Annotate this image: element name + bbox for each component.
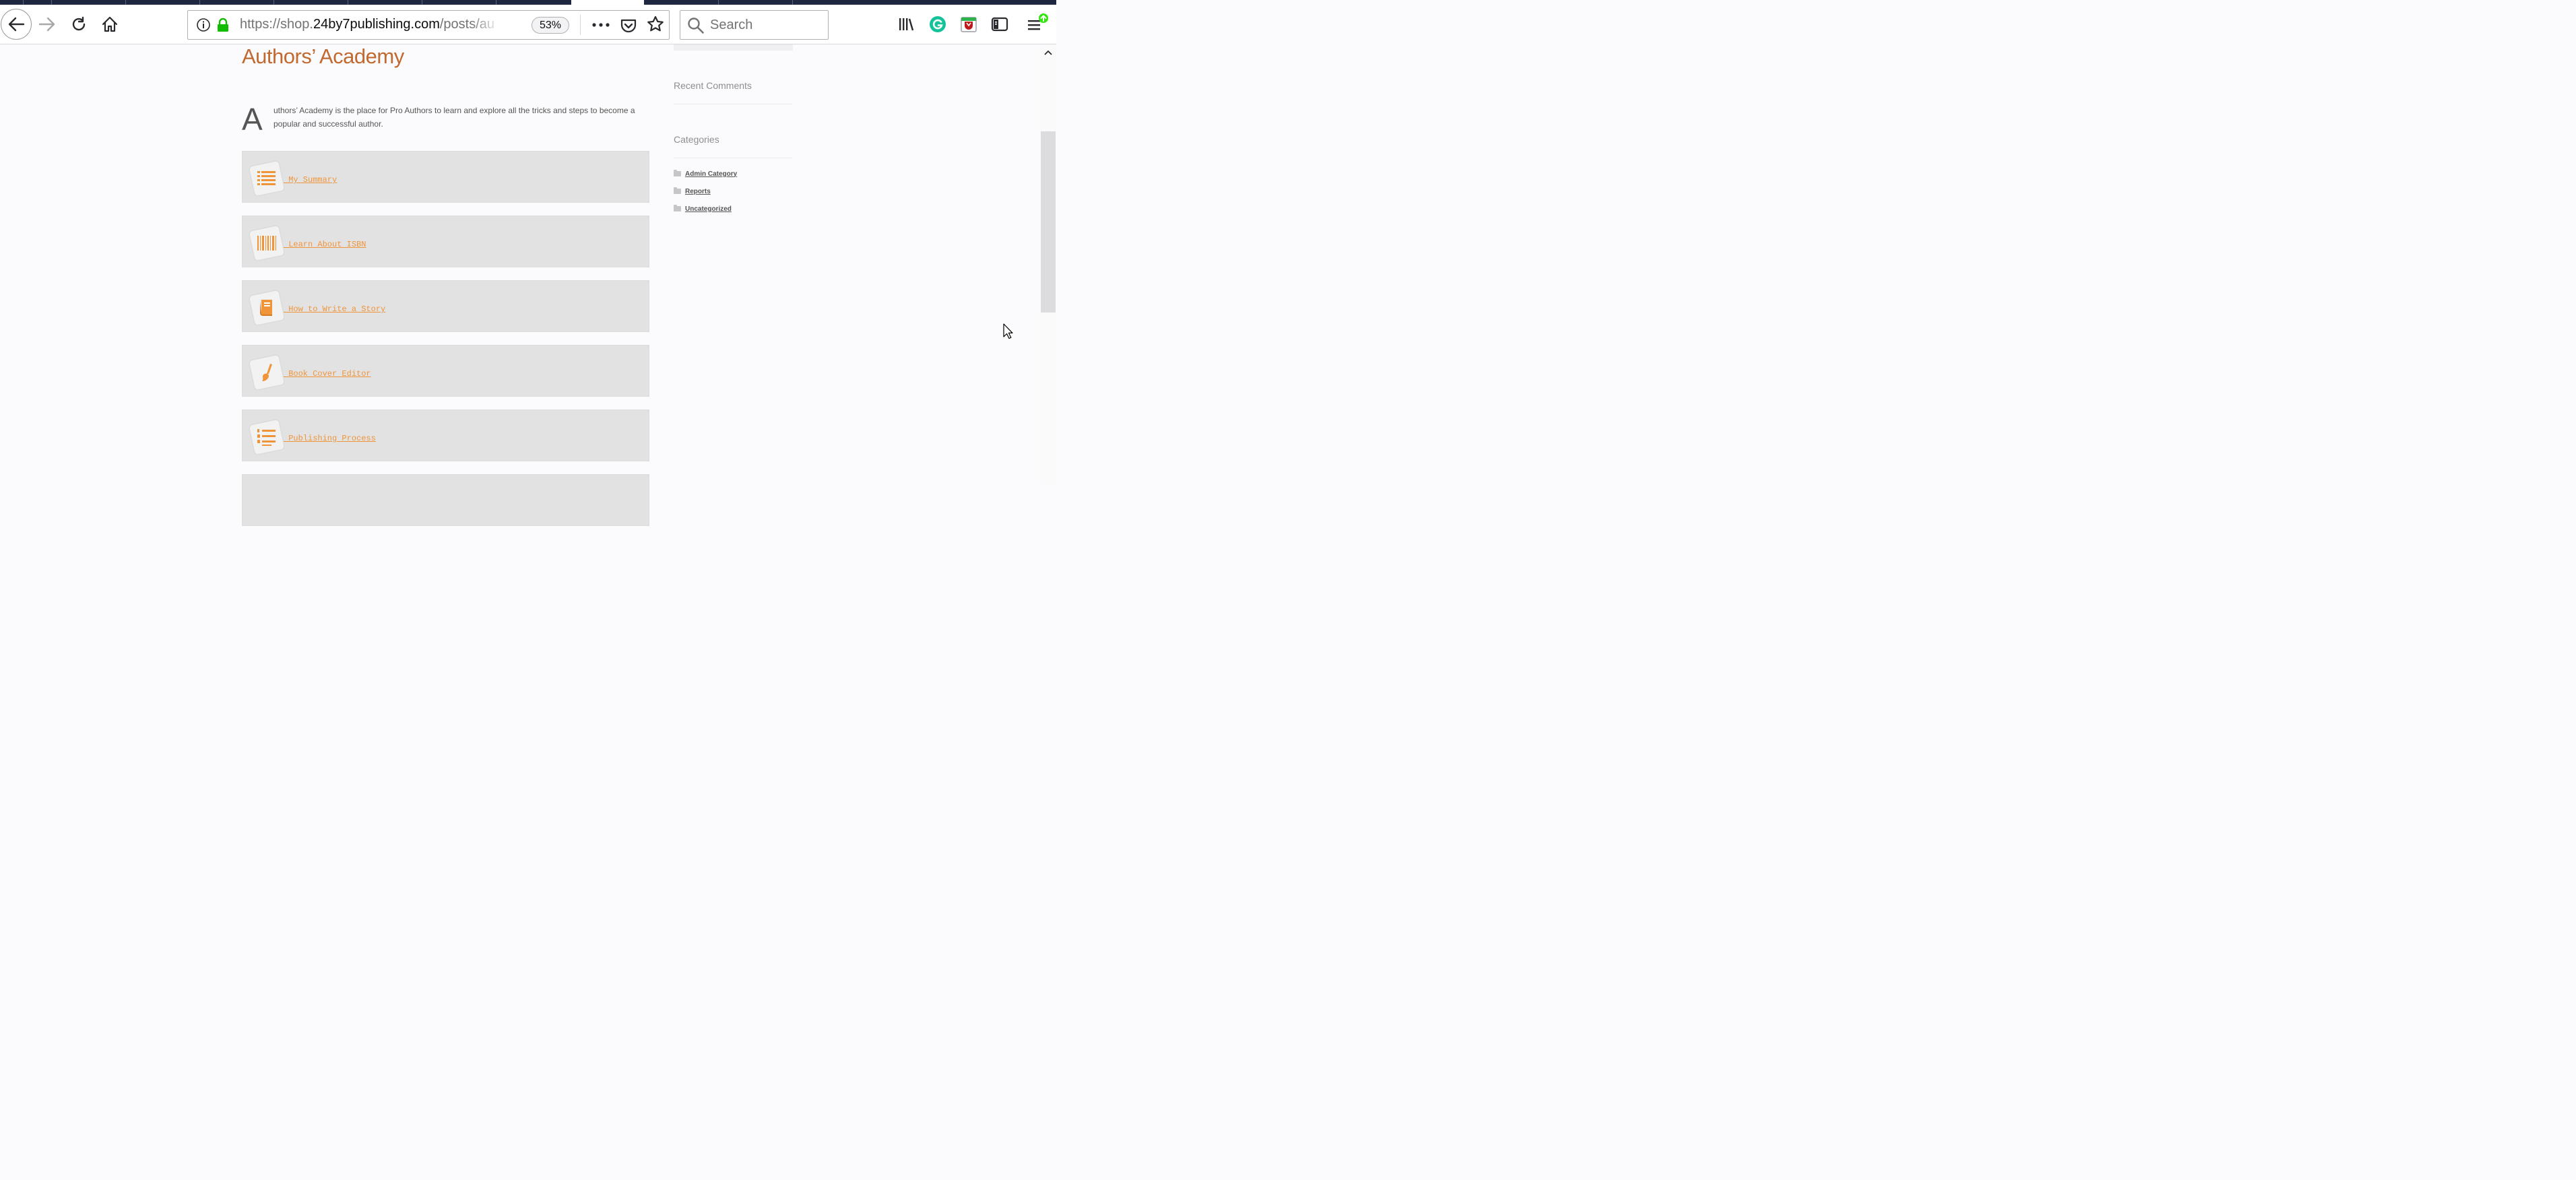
tab-divider bbox=[51, 0, 52, 5]
folder-icon bbox=[674, 205, 681, 211]
library-icon bbox=[899, 18, 914, 31]
lock-icon[interactable] bbox=[216, 18, 230, 32]
url-scheme: https://shop. bbox=[240, 17, 313, 32]
barcode-icon bbox=[249, 225, 285, 261]
category-link-reports[interactable]: Reports bbox=[685, 188, 711, 195]
reload-button[interactable] bbox=[68, 13, 90, 36]
book-icon bbox=[249, 290, 285, 326]
card-link-my-summary[interactable]: My Summary bbox=[284, 175, 337, 185]
card-link-publishing-process[interactable]: Publishing Process bbox=[284, 434, 376, 443]
page-title: Authors’ Academy bbox=[242, 44, 404, 68]
category-link-admin-category[interactable]: Admin Category bbox=[685, 170, 737, 178]
card-book-cover-editor[interactable]: Book Cover Editor bbox=[242, 345, 649, 397]
page-actions-button[interactable] bbox=[591, 16, 611, 34]
numbered-list-icon bbox=[249, 419, 285, 455]
tab-divider bbox=[125, 0, 126, 5]
sidebar-widget-bottom bbox=[674, 44, 793, 51]
paintbrush-icon bbox=[249, 354, 285, 391]
category-link-uncategorized[interactable]: Uncategorized bbox=[685, 205, 732, 213]
card-learn-about-isbn[interactable]: Learn About ISBN bbox=[242, 216, 649, 267]
hamburger-menu-icon bbox=[1028, 13, 1048, 30]
recent-comments-title: Recent Comments bbox=[674, 80, 752, 91]
search-bar[interactable] bbox=[680, 10, 829, 40]
card-next-partial[interactable] bbox=[242, 474, 649, 526]
url-separator bbox=[580, 15, 581, 35]
folder-icon bbox=[674, 187, 681, 194]
forward-button[interactable] bbox=[37, 13, 57, 36]
tab-divider bbox=[23, 0, 24, 5]
grammarly-button[interactable] bbox=[926, 13, 949, 36]
sidebar-icon bbox=[991, 17, 1008, 32]
tab-divider bbox=[199, 0, 200, 5]
card-link-book-cover-editor[interactable]: Book Cover Editor bbox=[284, 369, 371, 379]
info-icon[interactable] bbox=[196, 18, 211, 32]
star-icon bbox=[647, 15, 664, 32]
grammarly-icon bbox=[930, 16, 946, 32]
intro-dropcap: A bbox=[242, 102, 263, 137]
pocket-icon bbox=[620, 19, 637, 33]
intro-paragraph: uthors’ Academy is the place for Pro Aut… bbox=[273, 106, 635, 129]
mcafee-button[interactable] bbox=[957, 13, 980, 36]
library-button[interactable] bbox=[895, 13, 918, 36]
bookmark-star-button[interactable] bbox=[646, 15, 665, 35]
url-domain: 24by7publishing.com bbox=[313, 17, 440, 32]
back-button[interactable] bbox=[1, 9, 32, 40]
scroll-up-button[interactable] bbox=[1040, 46, 1056, 59]
tab-divider bbox=[792, 0, 793, 5]
card-how-to-write-a-story[interactable]: How to Write a Story bbox=[242, 280, 649, 332]
list-icon bbox=[249, 160, 285, 197]
tab-divider bbox=[718, 0, 719, 5]
more-dots-icon bbox=[592, 23, 610, 27]
arrow-left-icon bbox=[8, 17, 25, 32]
category-item[interactable]: Uncategorized bbox=[674, 203, 732, 214]
search-input[interactable] bbox=[710, 16, 821, 34]
home-button[interactable] bbox=[99, 13, 121, 36]
chevron-up-icon bbox=[1044, 50, 1052, 55]
tab-strip bbox=[0, 0, 1056, 5]
arrow-right-icon bbox=[38, 17, 55, 32]
card-link-learn-about-isbn[interactable]: Learn About ISBN bbox=[284, 240, 366, 249]
card-publishing-process[interactable]: Publishing Process bbox=[242, 409, 649, 461]
category-item[interactable]: Admin Category bbox=[674, 168, 737, 179]
reload-icon bbox=[72, 16, 86, 31]
tab-active[interactable] bbox=[571, 0, 644, 5]
scrollbar-thumb[interactable] bbox=[1041, 131, 1056, 313]
categories-title: Categories bbox=[674, 134, 719, 145]
menu-button[interactable] bbox=[1026, 13, 1049, 36]
url-text[interactable]: https://shop.24by7publishing.com/posts/a… bbox=[240, 17, 496, 34]
card-link-how-to-write-a-story[interactable]: How to Write a Story bbox=[284, 304, 385, 314]
pocket-button[interactable] bbox=[619, 16, 638, 35]
shield-icon bbox=[961, 17, 977, 32]
browser-toolbar: https://shop.24by7publishing.com/posts/a… bbox=[0, 5, 1056, 44]
card-my-summary[interactable]: My Summary bbox=[242, 151, 649, 203]
tab-divider bbox=[273, 0, 274, 5]
home-icon bbox=[102, 16, 118, 32]
folder-icon bbox=[674, 170, 681, 176]
url-fade bbox=[471, 15, 501, 35]
mouse-cursor-icon bbox=[1003, 323, 1014, 339]
url-bar[interactable]: https://shop.24by7publishing.com/posts/a… bbox=[187, 10, 670, 40]
category-item[interactable]: Reports bbox=[674, 186, 711, 197]
sidebar-toggle-button[interactable] bbox=[988, 13, 1011, 36]
search-icon bbox=[687, 17, 705, 34]
zoom-level-button[interactable]: 53% bbox=[532, 17, 569, 34]
